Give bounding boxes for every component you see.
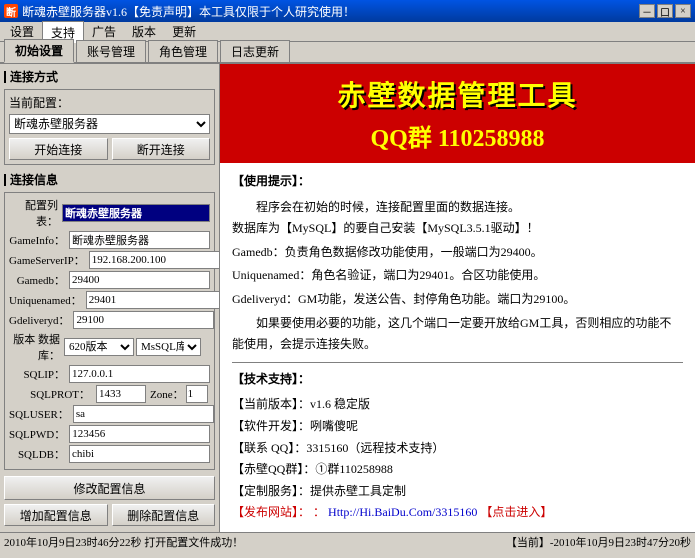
right-body: 【使用提示】： 程序会在初始的时候，连接配置里面的数据连接。 数据库为【MySQ… xyxy=(220,163,695,532)
current-config-select[interactable]: 断魂赤壁服务器 xyxy=(9,114,210,134)
modify-config-button[interactable]: 修改配置信息 xyxy=(4,476,215,500)
left-panel: 连接方式 当前配置： 断魂赤壁服务器 开始连接 断开连接 连接信息 配置列表： xyxy=(0,64,220,532)
menu-ads[interactable]: 广告 xyxy=(84,21,124,42)
sqlpwd-row: SQLPWD： xyxy=(9,425,210,443)
gamedb-row: Gamedb： xyxy=(9,271,210,289)
sqluser-label: SQLUSER： xyxy=(9,406,73,422)
gameserverip-input[interactable] xyxy=(89,251,220,269)
db-type-select[interactable]: MsSQL库 xyxy=(136,338,201,356)
gamedb-label: Gamedb： xyxy=(9,272,69,288)
right-panel: 赤壁数据管理工具 QQ群 110258988 【使用提示】： 程序会在初始的时候… xyxy=(220,64,695,532)
content-area: 连接方式 当前配置： 断魂赤壁服务器 开始连接 断开连接 连接信息 配置列表： xyxy=(0,64,695,532)
conn-info-section: 配置列表： GameInfo： GameServerIP： Gamedb： Un… xyxy=(4,192,215,470)
version-row: 版本 数据库： 620版本 MsSQL库 xyxy=(9,331,210,363)
menu-version[interactable]: 版本 xyxy=(124,21,164,42)
window-title: 断魂赤壁服务器v1.6【免责声明】本工具仅限于个人研究使用！ xyxy=(22,3,355,20)
sqldb-input[interactable] xyxy=(69,445,210,463)
tech-dev: 【软件开发】：咧嘴傻呢 xyxy=(232,416,683,438)
menu-update[interactable]: 更新 xyxy=(164,21,204,42)
gameinfo-input[interactable] xyxy=(69,231,210,249)
tech-title: 【技术支持】： xyxy=(232,369,683,391)
app-icon: 断 xyxy=(4,4,18,18)
tip2: 数据库为【MySQL】的要自己安装【MySQL3.5.1驱动】！ xyxy=(232,218,683,240)
connection-method-section: 当前配置： 断魂赤壁服务器 开始连接 断开连接 xyxy=(4,89,215,165)
status-bar: 2010年10月9日23时46分22秒 打开配置文件成功！ 【当前】-2010年… xyxy=(0,532,695,552)
tech-qq: 【联系 QQ】：3315160（远程技术支持） xyxy=(232,438,683,460)
sqldb-label: SQLDB： xyxy=(9,446,69,462)
gdeliveryd-label: Gdeliveryd： xyxy=(9,312,73,328)
sqlprot-row: SQLPROT： Zone： xyxy=(9,385,210,403)
tab-log-update[interactable]: 日志更新 xyxy=(220,40,290,63)
tips-title: 【使用提示】： xyxy=(232,171,683,193)
status-right: 【当前】-2010年10月9日23时47分20秒 xyxy=(506,534,691,550)
tech-custom: 【定制服务】：提供赤壁工具定制 xyxy=(232,481,683,503)
menu-bar: 设置 支持 广告 版本 更新 xyxy=(0,22,695,42)
sqldb-row: SQLDB： xyxy=(9,445,210,463)
disconnect-button[interactable]: 断开连接 xyxy=(112,138,211,160)
sqlip-input[interactable] xyxy=(69,365,210,383)
maximize-button[interactable]: 口 xyxy=(657,4,673,18)
current-config-label: 当前配置： xyxy=(9,94,210,111)
sqlprot-input[interactable] xyxy=(96,385,146,403)
delete-config-button[interactable]: 删除配置信息 xyxy=(112,504,216,526)
gamedb-input[interactable] xyxy=(69,271,210,289)
header-title: 赤壁数据管理工具 xyxy=(236,74,679,114)
gameserverip-label: GameServerIP： xyxy=(9,252,89,268)
gdeliveryd-input[interactable] xyxy=(73,311,214,329)
website-enter-link[interactable]: 【点击进入】 xyxy=(480,505,552,519)
uniquenamed-label: Uniquenamed： xyxy=(9,292,86,308)
close-button[interactable]: × xyxy=(675,4,691,18)
sqlprot-label: SQLPROT： xyxy=(9,386,94,402)
tip1: 程序会在初始的时候，连接配置里面的数据连接。 xyxy=(232,197,683,219)
version-label: 版本 数据库： xyxy=(9,331,64,363)
zone-input[interactable] xyxy=(186,385,208,403)
status-left: 2010年10月9日23时46分22秒 打开配置文件成功！ xyxy=(4,534,243,550)
conn-info-title: 连接信息 xyxy=(4,171,215,188)
tab-bar: 初始设置 账号管理 角色管理 日志更新 xyxy=(0,42,695,64)
sqlip-row: SQLIP： xyxy=(9,365,210,383)
tip6: 如果要使用必要的功能，这几个端口一定要开放给GM工具，否则相应的功能不能使用，会… xyxy=(232,313,683,356)
zone-label: Zone： xyxy=(150,386,184,402)
minimize-button[interactable]: － xyxy=(639,4,655,18)
gameinfo-row: GameInfo： xyxy=(9,231,210,249)
tab-account-mgmt[interactable]: 账号管理 xyxy=(76,40,146,63)
gameinfo-label: GameInfo： xyxy=(9,232,69,248)
right-header: 赤壁数据管理工具 QQ群 110258988 xyxy=(220,64,695,163)
tab-initial-setup[interactable]: 初始设置 xyxy=(4,39,74,63)
tech-version: 【当前版本】：v1.6 稳定版 xyxy=(232,394,683,416)
sqluser-row: SQLUSER： xyxy=(9,405,210,423)
connection-method-title: 连接方式 xyxy=(4,68,215,85)
tech-website: 【发布网站】： ： Http://Hi.BaiDu.Com/3315160 【点… xyxy=(232,502,683,524)
website-link[interactable]: Http://Hi.BaiDu.Com/3315160 xyxy=(328,505,477,519)
title-bar: 断 断魂赤壁服务器v1.6【免责声明】本工具仅限于个人研究使用！ － 口 × xyxy=(0,0,695,22)
config-list-input[interactable] xyxy=(62,204,210,222)
tip5: Gdeliveryd：GM功能，发送公告、封停角色功能。端口为29100。 xyxy=(232,289,683,311)
tip3: Gamedb：负责角色数据修改功能使用，一般端口为29400。 xyxy=(232,242,683,264)
sqlpwd-label: SQLPWD： xyxy=(9,426,69,442)
divider xyxy=(232,362,683,363)
tip4: Uniquenamed：角色名验证，端口为29401。合区功能使用。 xyxy=(232,265,683,287)
config-list-row: 配置列表： xyxy=(9,197,210,229)
header-qq: QQ群 110258988 xyxy=(236,118,679,153)
sqlpwd-input[interactable] xyxy=(69,425,210,443)
sqlip-label: SQLIP： xyxy=(9,366,69,382)
tab-role-mgmt[interactable]: 角色管理 xyxy=(148,40,218,63)
uniquenamed-row: Uniquenamed： xyxy=(9,291,210,309)
sqluser-input[interactable] xyxy=(73,405,214,423)
add-config-button[interactable]: 增加配置信息 xyxy=(4,504,108,526)
gameserverip-row: GameServerIP： xyxy=(9,251,210,269)
uniquenamed-input[interactable] xyxy=(86,291,220,309)
gdeliveryd-row: Gdeliveryd： xyxy=(9,311,210,329)
config-list-label: 配置列表： xyxy=(9,197,62,229)
version-select[interactable]: 620版本 xyxy=(64,338,134,356)
connect-button[interactable]: 开始连接 xyxy=(9,138,108,160)
tech-chibi-qq: 【赤壁QQ群】：①群110258988 xyxy=(232,459,683,481)
